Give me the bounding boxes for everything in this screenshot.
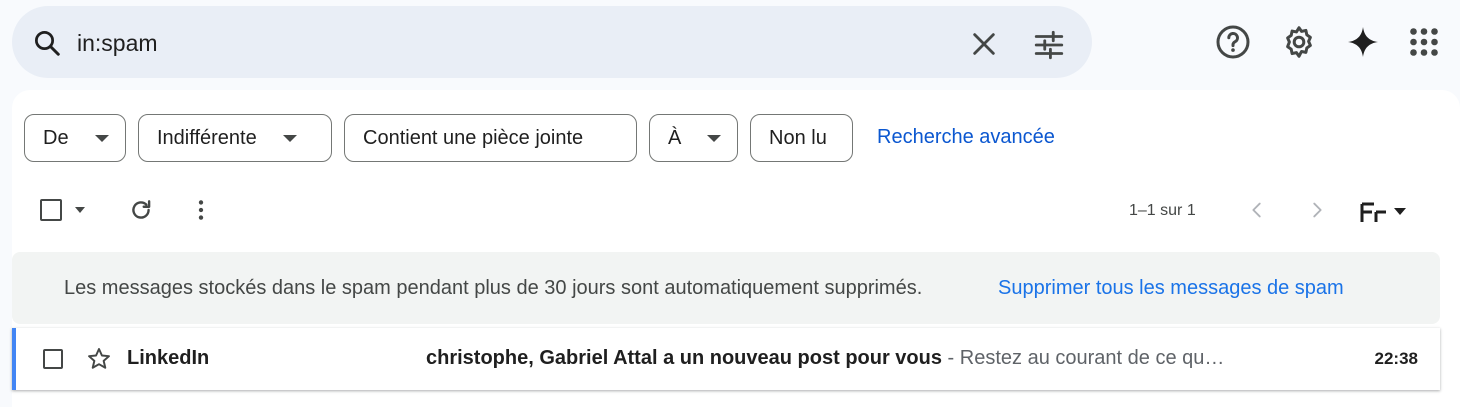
- caret-down-icon: [282, 134, 297, 142]
- tune-icon[interactable]: [1032, 28, 1066, 62]
- email-subject-line: christophe, Gabriel Attal a un nouveau p…: [426, 347, 1224, 370]
- sparkle-icon[interactable]: [1345, 24, 1381, 60]
- email-subject: christophe, Gabriel Attal a un nouveau p…: [426, 347, 942, 369]
- email-sender: LinkedIn: [127, 347, 210, 369]
- attachment-filter-chip[interactable]: Contient une pièce jointe: [344, 114, 637, 162]
- from-filter-label: De: [43, 126, 69, 149]
- date-filter-chip[interactable]: Indifférente: [138, 114, 332, 162]
- subject-separator: -: [942, 347, 960, 369]
- help-icon[interactable]: [1215, 24, 1251, 60]
- gear-icon[interactable]: [1281, 24, 1317, 60]
- input-tools-icon[interactable]: [1360, 200, 1410, 224]
- spam-info-banner: Les messages stockés dans le spam pendan…: [12, 252, 1440, 324]
- unread-filter-chip[interactable]: Non lu: [750, 114, 853, 162]
- select-all-checkbox[interactable]: [40, 199, 62, 221]
- star-icon[interactable]: [86, 346, 112, 372]
- apps-grid-icon[interactable]: [1406, 24, 1442, 60]
- close-icon[interactable]: [970, 30, 998, 58]
- caret-down-icon: [707, 134, 722, 142]
- main-panel: De Indifférente Contient une pièce joint…: [12, 90, 1460, 407]
- spam-info-text: Les messages stockés dans le spam pendan…: [64, 277, 923, 299]
- refresh-icon[interactable]: [128, 197, 154, 223]
- delete-all-spam-link[interactable]: Supprimer tous les messages de spam: [998, 277, 1344, 300]
- search-input[interactable]: in:spam: [77, 30, 158, 57]
- row-checkbox[interactable]: [43, 349, 63, 369]
- caret-down-icon[interactable]: [72, 202, 88, 218]
- to-filter-label: À: [668, 126, 682, 149]
- email-time: 22:38: [1374, 349, 1418, 368]
- chevron-left-icon[interactable]: [1246, 199, 1268, 221]
- attachment-filter-label: Contient une pièce jointe: [363, 126, 584, 149]
- to-filter-chip[interactable]: À: [649, 114, 738, 162]
- unread-filter-label: Non lu: [769, 126, 827, 149]
- search-bar[interactable]: in:spam: [12, 6, 1092, 78]
- search-icon[interactable]: [32, 28, 62, 58]
- top-bar: in:spam: [0, 0, 1460, 86]
- caret-down-icon: [94, 134, 109, 142]
- email-snippet: Restez au courant de ce qu…: [959, 347, 1225, 369]
- email-row[interactable]: LinkedIn christophe, Gabriel Attal a un …: [12, 328, 1440, 390]
- chevron-right-icon[interactable]: [1306, 199, 1328, 221]
- from-filter-chip[interactable]: De: [24, 114, 126, 162]
- date-filter-label: Indifférente: [157, 126, 257, 149]
- more-vert-icon[interactable]: [188, 197, 214, 223]
- advanced-search-link[interactable]: Recherche avancée: [877, 126, 1055, 149]
- page-count: 1–1 sur 1: [1129, 202, 1196, 219]
